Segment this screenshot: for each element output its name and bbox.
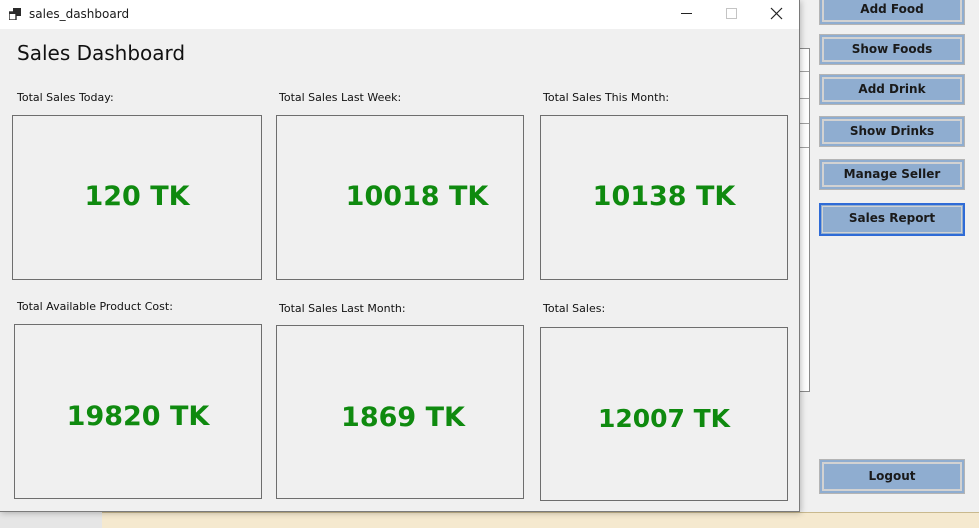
total-sales-this-month-value: 10138 TK [592, 181, 736, 212]
sales-dashboard-window: sales_dashboard Sales Dashboard Total Sa… [0, 0, 800, 512]
window-title: sales_dashboard [29, 7, 130, 21]
manage-seller-button[interactable]: Manage Seller [819, 159, 965, 190]
app-window-icon [9, 8, 21, 20]
total-sales-last-week-label: Total Sales Last Week: [279, 91, 402, 104]
add-food-button[interactable]: Add Food [819, 0, 965, 25]
background-bottom-strip [0, 512, 102, 528]
total-sales-last-month-value: 1869 TK [341, 402, 465, 433]
total-available-product-cost-label: Total Available Product Cost: [17, 300, 173, 313]
total-sales-last-week-value: 10018 TK [345, 181, 489, 212]
total-sales-label: Total Sales: [543, 302, 606, 315]
total-sales-last-month-label: Total Sales Last Month: [279, 302, 406, 315]
total-sales-today-value: 120 TK [84, 181, 190, 212]
total-sales-today-card: 120 TK [12, 115, 262, 280]
add-drink-button[interactable]: Add Drink [819, 74, 965, 105]
background-list-panel [800, 48, 810, 392]
total-sales-this-month-label: Total Sales This Month: [543, 91, 670, 104]
minimize-icon [681, 13, 692, 14]
total-sales-today-label: Total Sales Today: [17, 91, 114, 104]
logout-button[interactable]: Logout [819, 459, 965, 494]
total-available-product-cost-value: 19820 TK [66, 401, 210, 432]
close-icon [770, 7, 783, 20]
page-title: Sales Dashboard [17, 41, 186, 65]
total-available-product-cost-card: 19820 TK [14, 324, 262, 499]
show-foods-button[interactable]: Show Foods [819, 34, 965, 65]
maximize-button[interactable] [709, 0, 754, 28]
total-sales-value: 12007 TK [597, 404, 731, 433]
maximize-icon [726, 8, 737, 19]
total-sales-card: 12007 TK [540, 327, 788, 501]
total-sales-last-week-card: 10018 TK [276, 115, 524, 280]
sales-report-button[interactable]: Sales Report [819, 203, 965, 236]
title-bar[interactable]: sales_dashboard [0, 0, 799, 29]
background-cream-area [102, 512, 979, 528]
total-sales-this-month-card: 10138 TK [540, 115, 788, 280]
total-sales-last-month-card: 1869 TK [276, 325, 524, 499]
close-button[interactable] [754, 0, 799, 28]
show-drinks-button[interactable]: Show Drinks [819, 116, 965, 147]
minimize-button[interactable] [664, 0, 709, 28]
